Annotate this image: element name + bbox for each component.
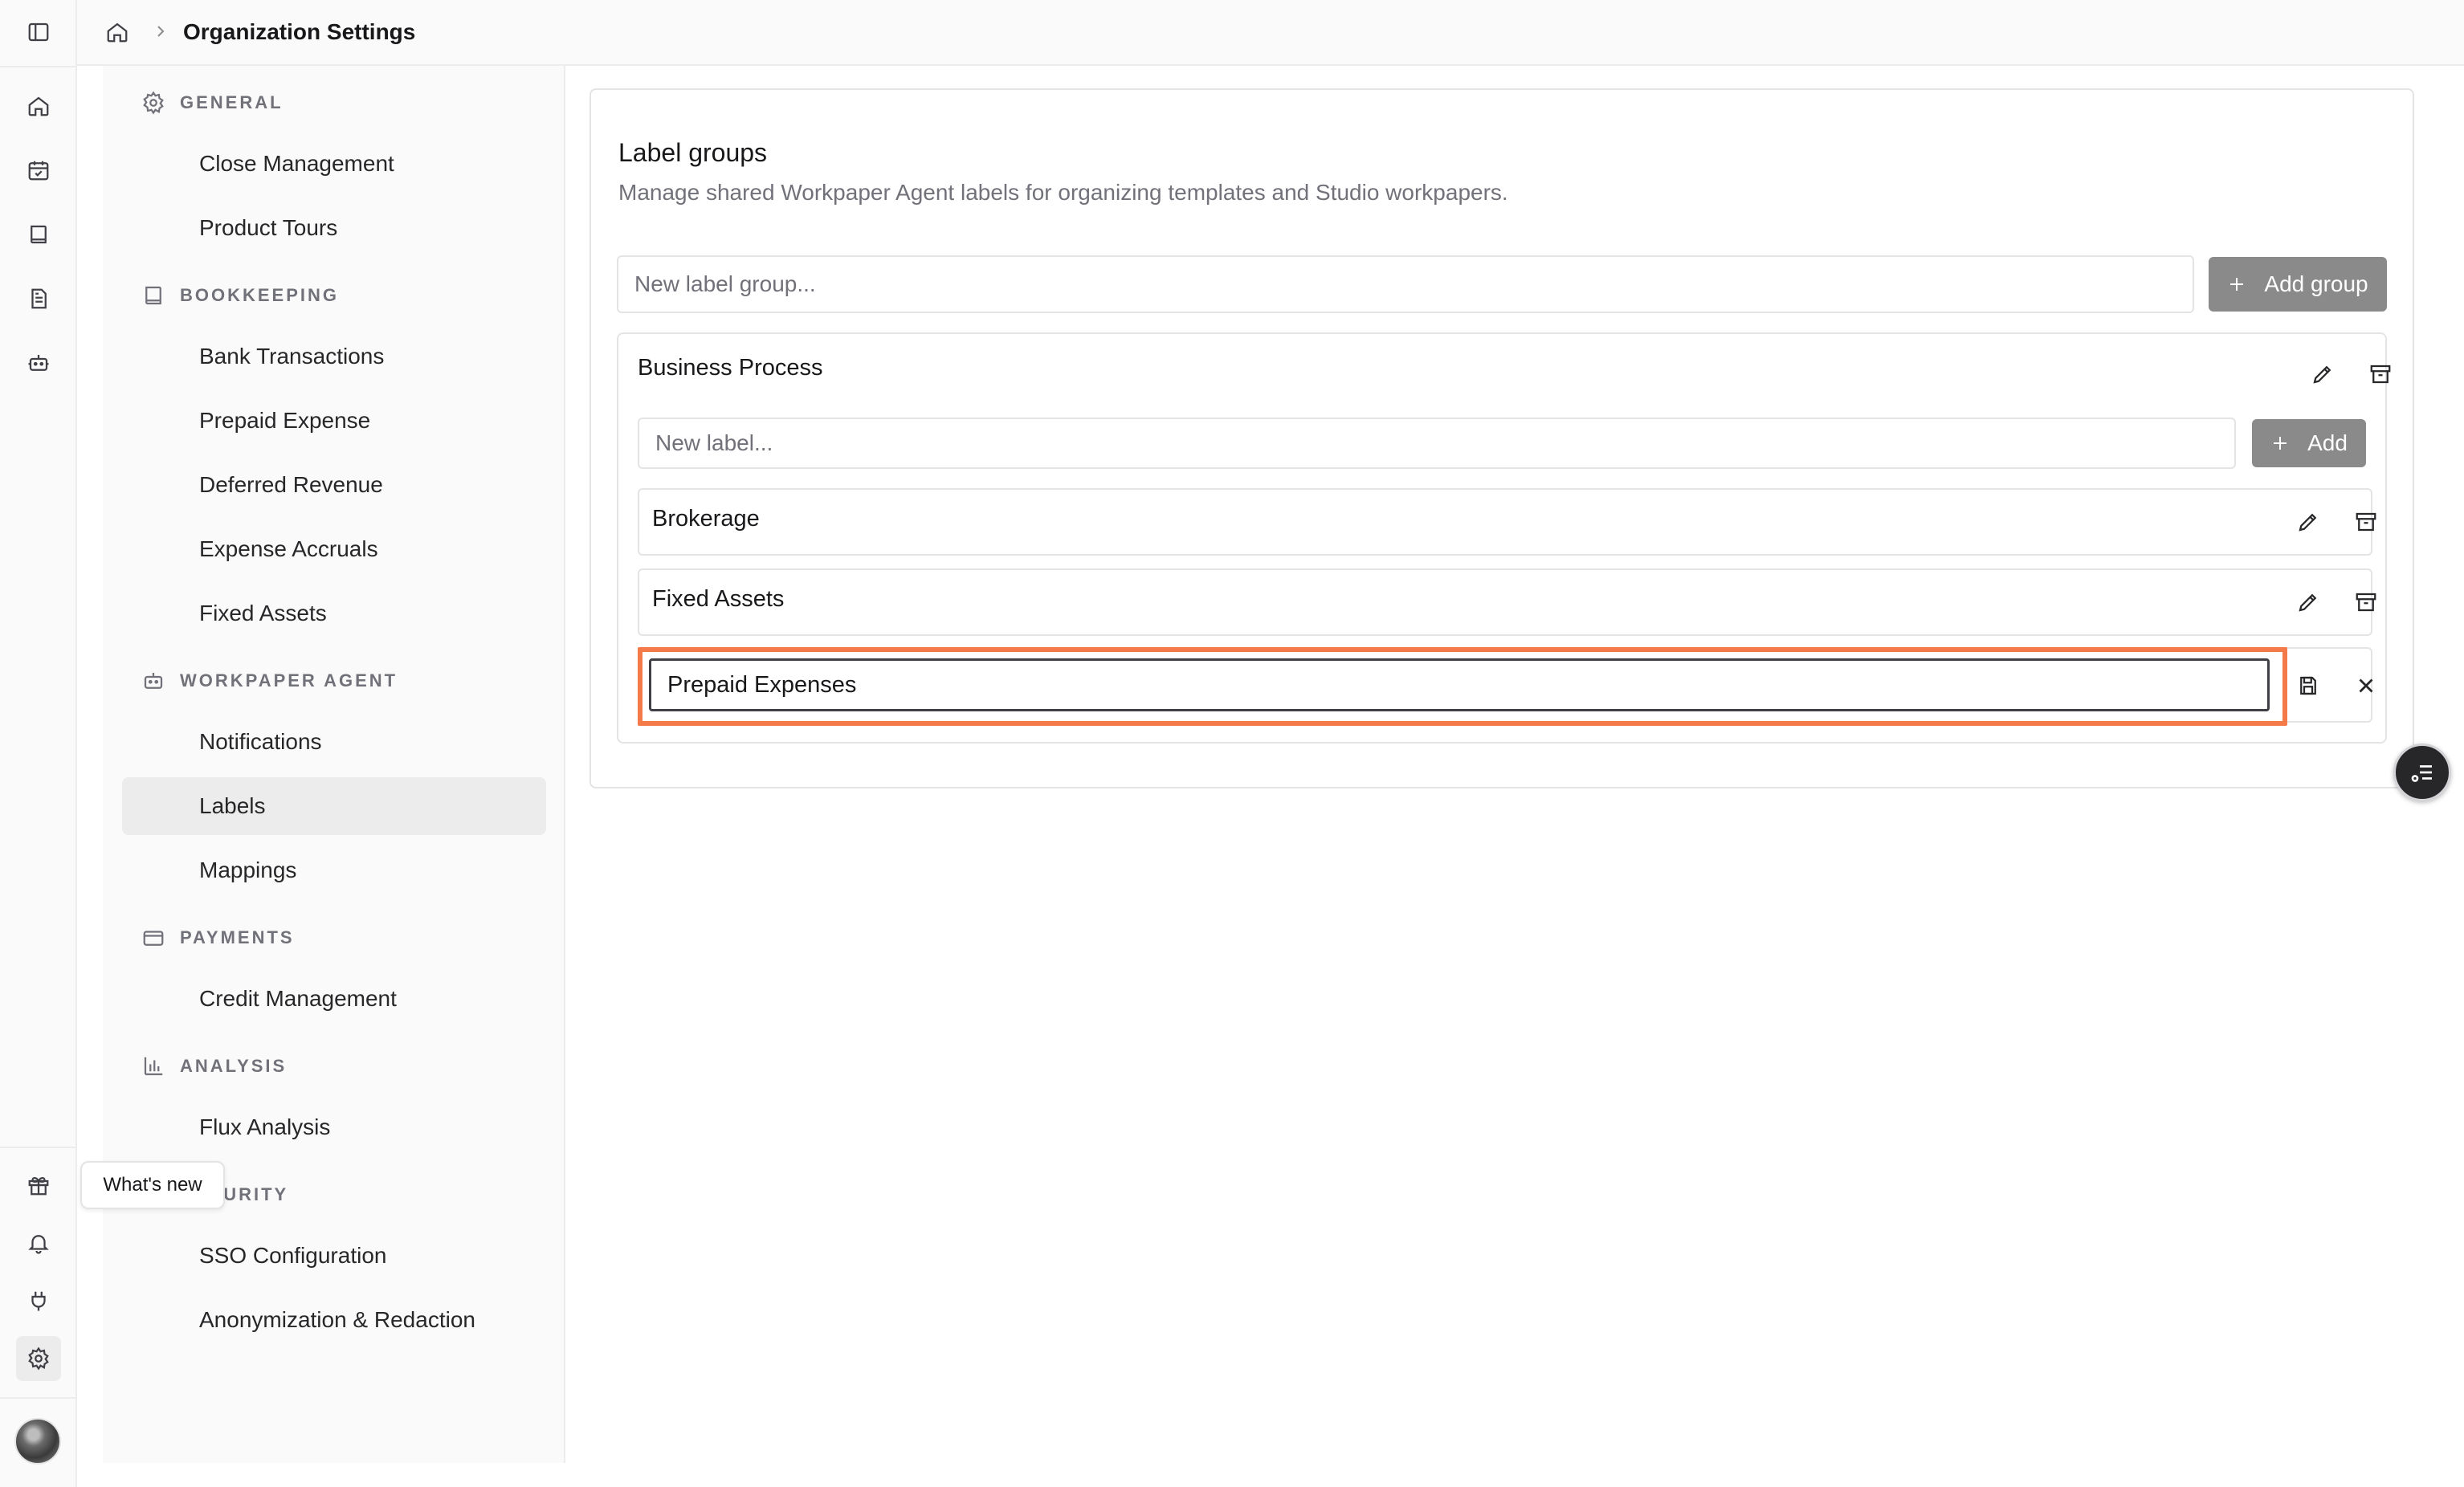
label-name: Fixed Assets: [652, 586, 785, 612]
edit-group-pencil-icon[interactable]: [2303, 355, 2342, 393]
checklist-icon: [2411, 765, 2432, 782]
label-groups-card: Label groups Manage shared Workpaper Age…: [589, 88, 2414, 788]
close-icon[interactable]: [2347, 666, 2385, 705]
edit-label-pencil-icon[interactable]: [2289, 583, 2327, 621]
bell-icon[interactable]: [16, 1220, 61, 1265]
gear-icon[interactable]: [16, 1336, 61, 1381]
bar-chart-icon: [144, 1057, 163, 1076]
gift-icon[interactable]: [16, 1163, 61, 1208]
sidebar-toggle-icon[interactable]: [16, 10, 61, 55]
section-analysis: ANALYSIS: [141, 1050, 287, 1082]
bot-icon[interactable]: [16, 340, 61, 385]
page-title: Label groups: [618, 138, 768, 167]
sidebar-item-prepaid-expense[interactable]: Prepaid Expense: [122, 392, 546, 450]
document-icon[interactable]: [16, 276, 61, 321]
sidebar-item-fixed-assets[interactable]: Fixed Assets: [122, 585, 546, 642]
plus-icon: [2230, 278, 2244, 291]
home-icon[interactable]: [16, 84, 61, 128]
bot-icon: [144, 673, 163, 689]
sidebar-item-product-tours[interactable]: Product Tours: [122, 199, 546, 257]
sidebar-item-mappings[interactable]: Mappings: [122, 841, 546, 899]
sidebar-item-labels[interactable]: Labels: [122, 777, 546, 835]
edit-label-pencil-icon[interactable]: [2289, 503, 2327, 541]
sidebar-item-sso-configuration[interactable]: SSO Configuration: [122, 1227, 546, 1285]
plus-icon: [2274, 437, 2287, 450]
gear-icon: [143, 91, 164, 115]
archive-label-icon[interactable]: [2347, 583, 2385, 621]
sidebar-item-bank-transactions[interactable]: Bank Transactions: [122, 328, 546, 385]
label-row: Brokerage: [638, 488, 2376, 556]
page-subtitle: Manage shared Workpaper Agent labels for…: [618, 180, 1508, 205]
book-icon[interactable]: [16, 212, 61, 257]
label-edit-row: [638, 647, 2373, 726]
archive-group-icon[interactable]: [2361, 355, 2400, 393]
section-bookkeeping: BOOKKEEPING: [141, 279, 339, 312]
label-row: Fixed Assets: [638, 568, 2376, 636]
whats-new-tooltip: What's new: [80, 1161, 225, 1209]
label-group-card: Business Process Add Brokerage Fixed Ass…: [617, 332, 2391, 744]
edit-label-input[interactable]: [649, 658, 2270, 711]
settings-sidebar: GENERAL Close Management Product Tours B…: [103, 66, 565, 1463]
calendar-check-icon[interactable]: [16, 148, 61, 193]
label-name: Brokerage: [652, 506, 760, 532]
section-payments: PAYMENTS: [141, 922, 295, 954]
sidebar-item-flux-analysis[interactable]: Flux Analysis: [122, 1098, 546, 1156]
archive-label-icon[interactable]: [2347, 503, 2385, 541]
group-name: Business Process: [638, 355, 823, 381]
sidebar-item-credit-management[interactable]: Credit Management: [122, 970, 546, 1028]
book-icon: [145, 286, 161, 305]
sidebar-item-expense-accruals[interactable]: Expense Accruals: [122, 520, 546, 578]
save-icon[interactable]: [2289, 666, 2327, 705]
new-label-group-input[interactable]: [617, 255, 2194, 313]
credit-card-icon: [143, 931, 164, 946]
sidebar-item-close-management[interactable]: Close Management: [122, 135, 546, 193]
section-general: GENERAL: [141, 87, 284, 119]
add-label-button[interactable]: Add: [2252, 419, 2366, 467]
breadcrumb-home-icon[interactable]: [101, 16, 133, 48]
plug-icon[interactable]: [16, 1278, 61, 1323]
floating-checklist-button[interactable]: [2393, 744, 2451, 801]
top-bar: Organization Settings: [77, 0, 2464, 66]
chevron-right-icon: [151, 22, 170, 41]
icon-rail: [0, 0, 77, 1487]
sidebar-item-deferred-revenue[interactable]: Deferred Revenue: [122, 456, 546, 514]
sidebar-item-anonymization-redaction[interactable]: Anonymization & Redaction: [122, 1291, 546, 1349]
breadcrumb-current: Organization Settings: [183, 19, 416, 44]
new-label-input[interactable]: [638, 418, 2236, 469]
avatar[interactable]: [14, 1418, 61, 1465]
add-group-button[interactable]: Add group: [2209, 257, 2387, 312]
section-workpaper-agent: WORKPAPER AGENT: [141, 665, 398, 697]
sidebar-item-notifications[interactable]: Notifications: [122, 713, 546, 771]
